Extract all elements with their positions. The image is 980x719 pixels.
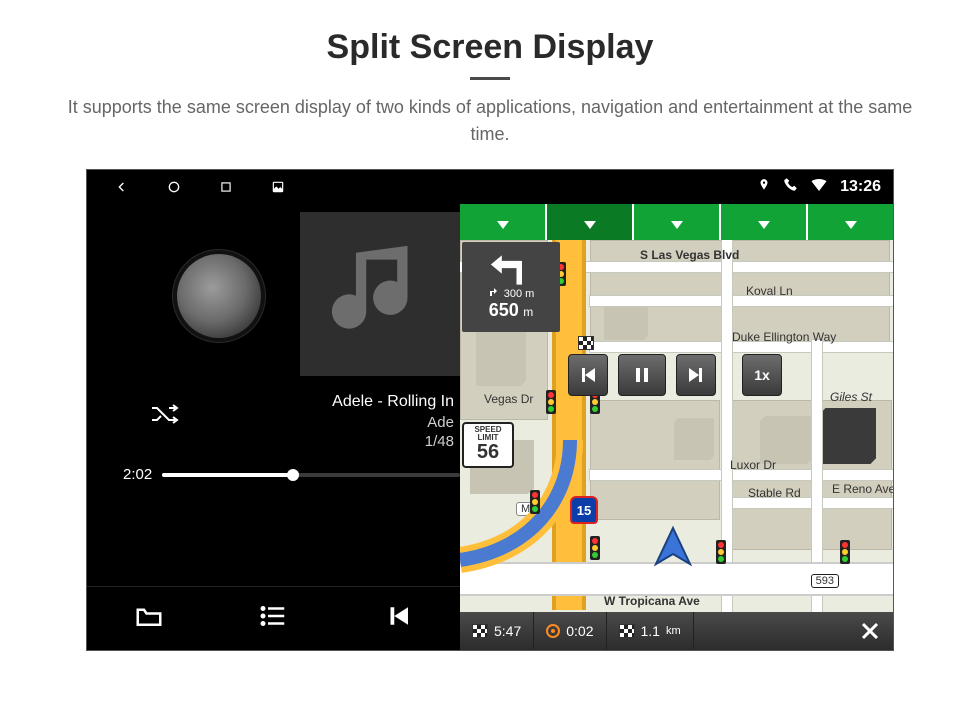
flag-icon [472,624,488,638]
eta-segment[interactable]: 5:47 [460,612,534,650]
street-label: Koval Ln [746,284,793,298]
next-turn-unit: m [525,288,534,300]
street-label: Stable Rd [748,486,801,500]
status-bar: 13:26 [460,170,893,204]
close-icon [860,621,880,641]
lane-1 [460,204,547,240]
album-art-placeholder [300,212,460,376]
road [590,296,893,306]
map-canvas[interactable]: S Las Vegas Blvd Koval Ln Duke Ellington… [460,240,893,650]
location-icon [757,178,771,197]
distance-segment[interactable]: 1.1 km [607,612,694,650]
phone-icon [783,177,798,197]
target-icon [546,624,560,638]
back-icon[interactable] [113,178,131,196]
music-note-icon [325,239,435,349]
flag-icon [619,624,635,638]
track-info: Adele - Rolling In Ade 1/48 [332,392,454,452]
progress-bar[interactable] [162,473,460,477]
status-time: 13:26 [840,178,881,196]
destination-flag-icon [578,336,594,350]
road [812,340,822,650]
street-label: Giles St [830,390,872,404]
arrow-down-icon [494,211,512,233]
map-pause-button[interactable] [618,354,666,396]
folder-button[interactable] [134,601,164,636]
page-description: It supports the same screen display of t… [65,94,915,148]
turn-unit: m [523,305,533,319]
arrow-down-icon [755,211,773,233]
speed-value: 56 [464,442,512,462]
building-3d [674,418,714,460]
street-label: Luxor Dr [730,458,776,472]
traffic-light-icon [546,390,556,414]
progress-fill [162,473,293,477]
lane-guidance-bar [460,204,893,240]
progress-knob[interactable] [287,469,299,481]
lane-2 [547,204,634,240]
street-label: Duke Ellington Way [732,330,836,344]
arrow-down-icon [581,211,599,233]
traffic-light-icon [840,540,850,564]
picture-icon[interactable] [269,178,287,196]
building-3d [760,416,812,464]
track-title: Adele - Rolling In [332,392,454,413]
lane-5 [808,204,893,240]
stoptime-value: 0:02 [566,623,593,639]
previous-track-button[interactable] [383,601,413,636]
page-title: Split Screen Display [0,0,980,67]
speed-limit-sign: SPEED LIMIT 56 [462,422,514,468]
turn-instruction-panel: 300 m 650 m [462,242,560,332]
track-artist: Ade [332,413,454,433]
then-turn-right-icon [488,287,498,297]
street-label: S Las Vegas Blvd [640,248,739,262]
shuffle-button[interactable] [149,402,183,431]
eta-value: 5:47 [494,623,521,639]
traffic-light-icon [716,540,726,564]
turn-left-icon [489,253,533,287]
speed-multiplier: 1x [754,367,770,383]
home-icon[interactable] [165,178,183,196]
progress-elapsed: 2:02 [123,466,152,483]
lane-3 [634,204,721,240]
music-bottom-controls [87,586,460,650]
title-underline [470,77,510,80]
playlist-button[interactable] [258,601,288,636]
map-close-button[interactable] [847,612,893,650]
traffic-light-icon [530,490,540,514]
arrow-down-icon [668,211,686,233]
android-nav-bar [87,170,460,204]
distance-unit: km [666,625,681,637]
next-turn-distance: 300 [504,288,522,300]
vehicle-marker [650,524,696,575]
street-label: E Reno Ave [832,482,893,496]
route-shield: 593 [811,574,839,588]
map-bottom-bar: 5:47 0:02 1.1 km [460,612,893,650]
street-label: Vegas Dr [484,392,533,406]
interstate-shield: 15 [570,496,598,524]
map-speed-button[interactable]: 1x [742,354,782,396]
joystick-control[interactable] [177,254,261,338]
map-prev-button[interactable] [568,354,608,396]
turn-distance: 650 [489,300,519,320]
wifi-icon [810,176,828,199]
device-frame: Adele - Rolling In Ade 1/48 2:02 [87,170,893,650]
navigation-app-pane: 13:26 [460,170,893,650]
distance-value: 1.1 [641,623,660,639]
recents-icon[interactable] [217,178,235,196]
building-3d [604,300,648,340]
arrow-down-icon [842,211,860,233]
map-next-button[interactable] [676,354,716,396]
stoptime-segment[interactable]: 0:02 [534,612,606,650]
building-3d [476,328,526,386]
music-app-pane: Adele - Rolling In Ade 1/48 2:02 [87,170,460,650]
progress-row: 2:02 [123,466,460,483]
track-counter: 1/48 [332,432,454,452]
map-media-controls: 1x [568,354,782,396]
music-body: Adele - Rolling In Ade 1/48 2:02 [87,204,460,586]
street-label: W Tropicana Ave [604,594,700,608]
building-3d [820,408,876,464]
traffic-light-icon [590,536,600,560]
lane-4 [721,204,808,240]
